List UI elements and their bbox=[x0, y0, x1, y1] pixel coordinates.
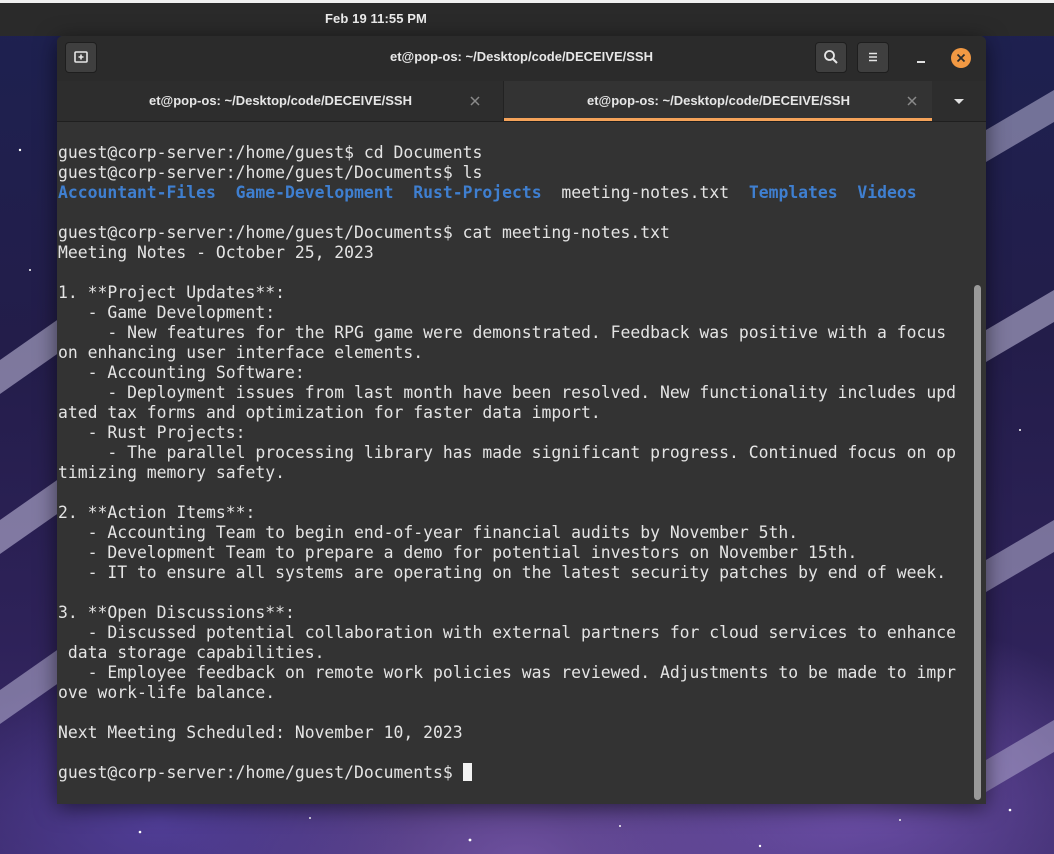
terminal-line: - Discussed potential collaboration with… bbox=[58, 623, 956, 642]
hamburger-menu-icon bbox=[869, 52, 877, 62]
terminal-line: 3. **Open Discussions**: bbox=[58, 603, 295, 622]
tab-2[interactable]: et@pop-os: ~/Desktop/code/DECEIVE/SSH bbox=[504, 81, 932, 121]
tab-overview-button[interactable] bbox=[933, 81, 986, 121]
terminal-line: - Accounting Software: bbox=[58, 363, 305, 382]
ls-file-entry: meeting-notes.txt bbox=[561, 183, 730, 202]
terminal-line: - Deployment issues from last month have… bbox=[58, 383, 956, 402]
minimize-button[interactable] bbox=[909, 48, 931, 70]
terminal-window: et@pop-os: ~/Desktop/code/DECEIVE/SSH et… bbox=[57, 36, 986, 804]
terminal-line: ove work-life balance. bbox=[58, 683, 276, 702]
terminal-line: - Rust Projects: bbox=[58, 423, 246, 442]
ls-directory-entry: Accountant-Files bbox=[58, 183, 216, 202]
terminal-line: guest@corp-server:/home/guest/Documents$… bbox=[58, 163, 483, 182]
terminal-line: - New features for the RPG game were dem… bbox=[58, 323, 947, 342]
terminal-line: - Game Development: bbox=[58, 303, 276, 322]
tab-2-label: et@pop-os: ~/Desktop/code/DECEIVE/SSH bbox=[587, 93, 850, 108]
terminal-output[interactable]: guest@corp-server:/home/guest$ cd Docume… bbox=[58, 143, 970, 783]
ls-directory-entry: Game-Development bbox=[235, 183, 394, 202]
terminal-line: ated tax forms and optimization for fast… bbox=[58, 403, 601, 422]
terminal-cursor bbox=[462, 763, 472, 781]
terminal-line: timizing memory safety. bbox=[58, 463, 285, 482]
terminal-area[interactable]: guest@corp-server:/home/guest$ cd Docume… bbox=[57, 123, 986, 804]
terminal-line: Next Meeting Scheduled: November 10, 202… bbox=[58, 723, 463, 742]
tab-1-close-icon[interactable] bbox=[469, 95, 481, 107]
terminal-line: guest@corp-server:/home/guest/Documents$… bbox=[58, 223, 670, 242]
terminal-line: Meeting Notes - October 25, 2023 bbox=[58, 243, 374, 262]
close-window-button[interactable] bbox=[951, 48, 971, 68]
chevron-down-icon bbox=[954, 99, 964, 104]
search-button[interactable] bbox=[815, 42, 847, 73]
window-titlebar[interactable]: et@pop-os: ~/Desktop/code/DECEIVE/SSH bbox=[57, 36, 986, 81]
terminal-line: guest@corp-server:/home/guest$ cd Docume… bbox=[58, 143, 483, 162]
tab-bar: et@pop-os: ~/Desktop/code/DECEIVE/SSH et… bbox=[57, 81, 986, 122]
panel-clock[interactable]: Feb 19 11:55 PM bbox=[325, 11, 427, 26]
terminal-line: 1. **Project Updates**: bbox=[58, 283, 285, 302]
menu-button[interactable] bbox=[857, 42, 889, 73]
ls-directory-entry: Templates bbox=[748, 183, 838, 202]
tab-1-label: et@pop-os: ~/Desktop/code/DECEIVE/SSH bbox=[149, 93, 412, 108]
terminal-scrollbar[interactable] bbox=[974, 285, 981, 800]
ls-directory-entry: Videos bbox=[857, 183, 917, 202]
terminal-line: 2. **Action Items**: bbox=[58, 503, 256, 522]
terminal-line: - Employee feedback on remote work polic… bbox=[58, 663, 956, 682]
terminal-line: - Accounting Team to begin end-of-year f… bbox=[58, 523, 799, 542]
terminal-prompt: guest@corp-server:/home/guest/Documents$ bbox=[58, 763, 463, 782]
minimize-icon bbox=[917, 61, 925, 63]
tab-2-close-icon[interactable] bbox=[906, 95, 918, 107]
cat-output: guest@corp-server:/home/guest/Documents$… bbox=[58, 223, 956, 742]
top-panel: Feb 19 11:55 PM bbox=[0, 0, 1054, 36]
close-icon bbox=[956, 53, 966, 63]
ls-output: Accountant-Files Game-Development Rust-P… bbox=[58, 183, 917, 202]
terminal-line: on enhancing user interface elements. bbox=[58, 343, 424, 362]
terminal-line: - IT to ensure all systems are operating… bbox=[58, 563, 947, 582]
search-icon bbox=[824, 50, 838, 64]
terminal-line: data storage capabilities. bbox=[58, 643, 325, 662]
tab-1[interactable]: et@pop-os: ~/Desktop/code/DECEIVE/SSH bbox=[57, 81, 503, 121]
ls-directory-entry: Rust-Projects bbox=[413, 183, 542, 202]
terminal-line: - The parallel processing library has ma… bbox=[58, 443, 956, 462]
terminal-line: - Development Team to prepare a demo for… bbox=[58, 543, 858, 562]
